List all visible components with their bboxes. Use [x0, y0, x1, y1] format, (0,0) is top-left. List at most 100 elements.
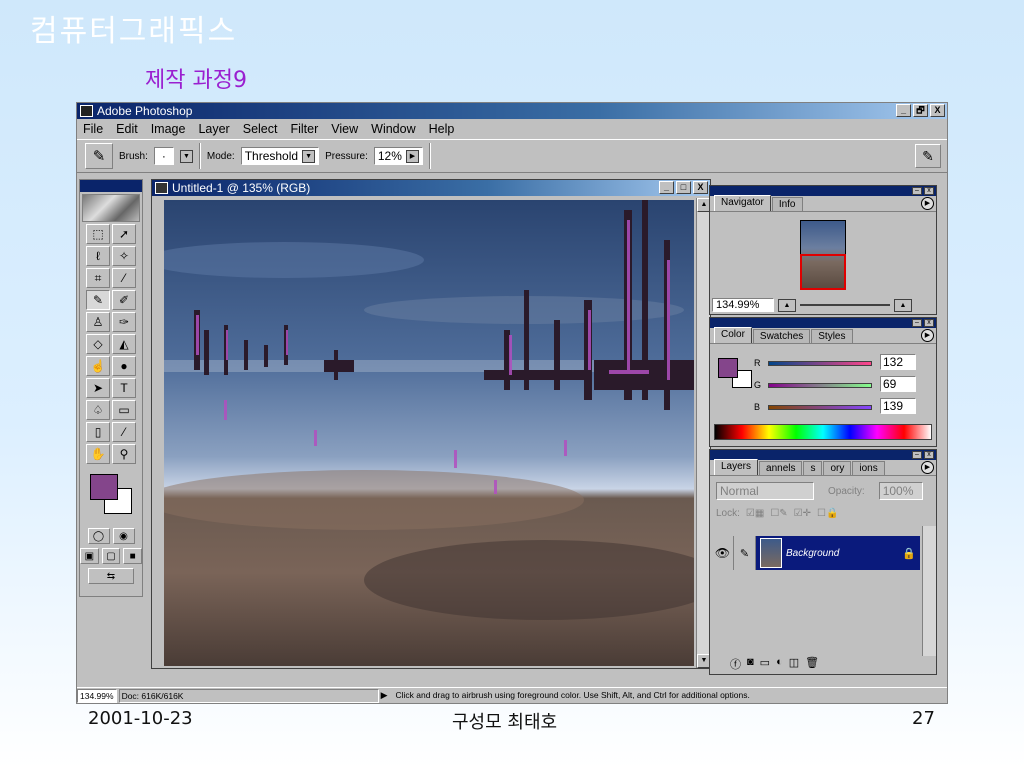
close-button[interactable]: X	[930, 104, 945, 117]
layer-style-icon[interactable]: ⓕ	[730, 656, 741, 672]
color-menu-icon[interactable]: ▶	[921, 329, 934, 342]
tab-info[interactable]: Info	[771, 197, 803, 211]
delete-layer-icon[interactable]: 🗑	[805, 656, 819, 672]
path-selection-tool-icon[interactable]: ➤	[86, 378, 110, 398]
tab-paths[interactable]: s	[803, 461, 823, 475]
menu-image[interactable]: Image	[151, 122, 186, 136]
doc-minimize-button[interactable]: _	[659, 181, 674, 194]
tab-history[interactable]: ory	[823, 461, 852, 475]
notes-tool-icon[interactable]: ▯	[86, 422, 110, 442]
menu-file[interactable]: File	[83, 122, 103, 136]
crop-tool-icon[interactable]: ⌗	[86, 268, 110, 288]
color-collapse-icon[interactable]: –	[912, 319, 922, 327]
move-tool-icon[interactable]: ➚	[112, 224, 136, 244]
tab-navigator[interactable]: Navigator	[714, 195, 771, 211]
slice-tool-icon[interactable]: ⁄	[112, 268, 136, 288]
menu-filter[interactable]: Filter	[290, 122, 318, 136]
navigator-collapse-icon[interactable]: –	[912, 187, 922, 195]
green-slider-track[interactable]	[768, 382, 872, 388]
menu-window[interactable]: Window	[371, 122, 415, 136]
lock-image-icon[interactable]: ☐✎	[770, 508, 787, 519]
menu-select[interactable]: Select	[243, 122, 278, 136]
zoom-in-icon[interactable]: ▲	[894, 298, 912, 312]
blue-value-field[interactable]: 139	[880, 398, 916, 414]
hand-tool-icon[interactable]: ✋	[86, 444, 110, 464]
eyedropper-tool-icon[interactable]: ⁄	[112, 422, 136, 442]
navigator-zoom-field[interactable]: 134.99%	[712, 298, 774, 312]
layer-brush-icon[interactable]: ✎	[734, 536, 756, 570]
clone-stamp-tool-icon[interactable]: ♙	[86, 312, 110, 332]
red-value-field[interactable]: 132	[880, 354, 916, 370]
tab-actions[interactable]: ions	[852, 461, 885, 475]
color-spectrum-bar[interactable]	[714, 424, 932, 440]
menu-layer[interactable]: Layer	[198, 122, 229, 136]
lock-position-icon[interactable]: ☑✛	[794, 508, 811, 519]
marquee-tool-icon[interactable]: ⬚	[86, 224, 110, 244]
layers-collapse-icon[interactable]: –	[912, 451, 922, 459]
lock-transparency-icon[interactable]: ☑▦	[746, 508, 764, 519]
restore-button[interactable]: 🗗	[913, 104, 928, 117]
menu-help[interactable]: Help	[429, 122, 455, 136]
document-vertical-scrollbar[interactable]: ▲ ▼	[696, 198, 711, 668]
layers-close-icon[interactable]: x	[924, 451, 934, 459]
pen-tool-icon[interactable]: ♤	[86, 400, 110, 420]
zoom-out-icon[interactable]: ▲	[778, 298, 796, 312]
navigator-menu-icon[interactable]: ▶	[921, 197, 934, 210]
layer-visibility-eye-icon[interactable]: 👁	[712, 536, 734, 570]
tab-color[interactable]: Color	[714, 327, 752, 343]
full-screen-icon[interactable]: ■	[123, 548, 143, 564]
status-doc-size[interactable]: Doc: 616K/616K	[118, 688, 379, 703]
adjustment-layer-icon[interactable]: ◐	[776, 656, 783, 672]
foreground-color-swatch[interactable]	[90, 474, 118, 500]
eraser-tool-icon[interactable]: ◇	[86, 334, 110, 354]
blend-mode-select[interactable]: Normal	[716, 482, 814, 500]
menu-edit[interactable]: Edit	[116, 122, 138, 136]
layers-menu-icon[interactable]: ▶	[921, 461, 934, 474]
rectangle-tool-icon[interactable]: ▭	[112, 400, 136, 420]
red-slider-track[interactable]	[768, 360, 872, 366]
smudge-tool-icon[interactable]: ☝	[86, 356, 110, 376]
status-arrow-icon[interactable]: ▶	[381, 690, 388, 701]
toolbox-logo-icon[interactable]	[82, 194, 140, 222]
document-titlebar[interactable]: Untitled-1 @ 135% (RGB) _ □ X	[152, 180, 710, 196]
tab-channels[interactable]: annels	[759, 461, 803, 475]
magic-wand-tool-icon[interactable]: ✧	[112, 246, 136, 266]
new-layer-icon[interactable]: ◫	[789, 656, 799, 672]
blue-slider-track[interactable]	[768, 404, 872, 410]
brush-dropdown-arrow-icon[interactable]: ▼	[179, 149, 193, 163]
color-panel-foreground-swatch[interactable]	[718, 358, 738, 378]
menu-view[interactable]: View	[331, 122, 358, 136]
layer-row-background[interactable]: 👁 ✎ Background 🔒	[712, 536, 920, 570]
color-close-icon[interactable]: x	[924, 319, 934, 327]
navigator-view-box[interactable]	[800, 254, 846, 290]
tab-swatches[interactable]: Swatches	[752, 329, 811, 343]
history-brush-tool-icon[interactable]: ✑	[112, 312, 136, 332]
brush-picker[interactable]: ·	[153, 147, 174, 165]
standard-screen-icon[interactable]: ▣	[80, 548, 99, 564]
tab-layers[interactable]: Layers	[714, 459, 759, 475]
quick-mask-mode-icon[interactable]: ◉	[112, 528, 135, 544]
jump-to-imageready-icon[interactable]: ⇆	[88, 568, 134, 584]
burn-tool-icon[interactable]: ●	[112, 356, 136, 376]
pressure-field[interactable]: 12% ▶	[373, 147, 423, 165]
full-screen-menu-icon[interactable]: ▢	[101, 548, 121, 564]
opacity-field[interactable]: 100%	[878, 482, 923, 500]
paintbrush-tool-icon[interactable]: ✐	[112, 290, 136, 310]
layers-scrollbar[interactable]	[922, 526, 936, 656]
lasso-tool-icon[interactable]: ℓ	[86, 246, 110, 266]
doc-close-button[interactable]: X	[693, 181, 708, 194]
airbrush-preset-icon[interactable]: ✎	[85, 143, 113, 169]
status-zoom[interactable]: 134.99%	[77, 688, 117, 703]
type-tool-icon[interactable]: T	[112, 378, 136, 398]
new-set-icon[interactable]: ▭	[760, 656, 770, 672]
paint-bucket-tool-icon[interactable]: ◭	[112, 334, 136, 354]
doc-maximize-button[interactable]: □	[676, 181, 691, 194]
lock-all-icon[interactable]: ☐🔒	[817, 508, 838, 519]
image-canvas[interactable]	[164, 200, 694, 666]
standard-mode-icon[interactable]: ◯	[87, 528, 110, 544]
mode-select[interactable]: Threshold ▼	[240, 147, 320, 165]
navigator-close-icon[interactable]: x	[924, 187, 934, 195]
minimize-button[interactable]: _	[896, 104, 911, 117]
airbrush-tool-icon[interactable]: ✎	[86, 290, 110, 310]
navigator-zoom-slider[interactable]	[800, 304, 890, 306]
